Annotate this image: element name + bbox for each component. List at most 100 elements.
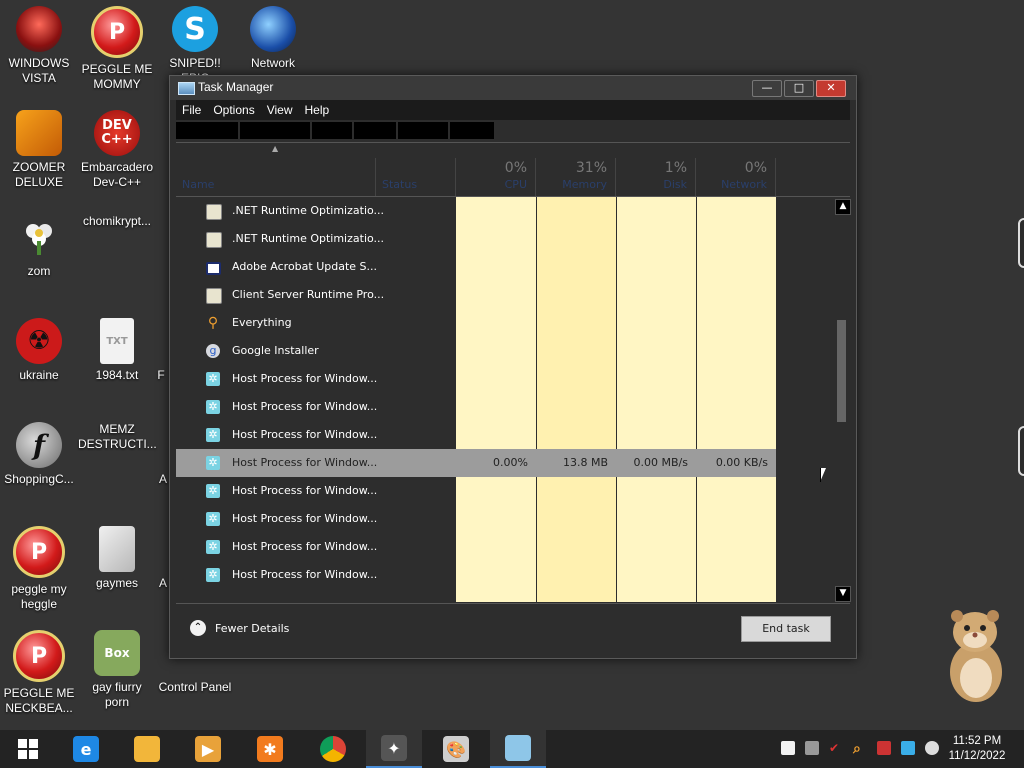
taskbar-app-button[interactable]: e xyxy=(58,730,114,768)
menu-help[interactable]: Help xyxy=(299,100,336,120)
desktop-icon-gay-fiurry[interactable]: Box gay fiurry porn xyxy=(78,630,156,710)
column-header-disk[interactable]: 1% Disk xyxy=(616,158,696,196)
process-row[interactable]: ✲ Host Process for Window... xyxy=(176,393,776,421)
taskbar-app-button[interactable]: 🎨 xyxy=(428,730,484,768)
desktop-icon-partial[interactable]: A xyxy=(156,422,170,487)
desktop-icon-label: F xyxy=(157,368,165,382)
close-button[interactable]: ✕ xyxy=(816,80,846,97)
gear-icon: ✲ xyxy=(206,456,220,470)
radiation-icon: ☢ xyxy=(16,318,62,364)
process-row[interactable]: ✲ Host Process for Window... 0.00% 13.8 MB 0… xyxy=(176,449,776,477)
desktop-icon-memz[interactable]: L MEMZ DESTRUCTI... xyxy=(78,422,1024,476)
column-header-status[interactable]: Status xyxy=(382,178,417,191)
menu-view[interactable]: View xyxy=(261,100,299,120)
gear-icon: ✲ xyxy=(206,568,220,582)
title-bar[interactable]: Task Manager — □ ✕ xyxy=(170,76,856,100)
column-header-row: Name Status 0% CPU 31% Memory 1% Disk 0%… xyxy=(176,158,850,197)
desktop-icon-devcpp[interactable]: DEV C++ Embarcadero Dev-C++ xyxy=(78,110,156,190)
tab-app-history[interactable] xyxy=(312,122,352,139)
menu-file[interactable]: File xyxy=(176,100,207,120)
scroll-up-button[interactable]: ▲ xyxy=(835,199,851,215)
tab-startup[interactable] xyxy=(354,122,396,139)
process-row[interactable]: g Google Installer xyxy=(176,337,776,365)
column-header-network[interactable]: 0% Network xyxy=(696,158,776,196)
game-icon: ✦ xyxy=(381,735,407,761)
maximize-button[interactable]: □ xyxy=(784,80,814,97)
desktop-icon-label: A xyxy=(158,472,167,486)
system-clock[interactable]: 11:52 PM 11/12/2022 xyxy=(940,734,1014,764)
process-row[interactable]: ✲ Host Process for Window... xyxy=(176,561,776,589)
tab-bar xyxy=(176,120,850,143)
start-button[interactable] xyxy=(0,730,56,768)
column-header-name[interactable]: Name xyxy=(182,178,214,191)
clock-date: 11/12/2022 xyxy=(948,750,1006,762)
file-explorer-icon xyxy=(134,736,160,762)
process-row[interactable]: .NET Runtime Optimizatio... xyxy=(176,197,776,225)
desktop-icon-shopping[interactable]: f ShoppingC... xyxy=(0,422,78,487)
taskbar-app-button[interactable]: ▶ xyxy=(180,730,236,768)
search-icon[interactable]: ⌕ xyxy=(853,741,867,757)
tray-app-icon[interactable] xyxy=(781,741,795,755)
end-task-button[interactable]: End task xyxy=(741,616,831,642)
desktop-icon-label: ShoppingC... xyxy=(4,472,74,486)
desktop-icon-zom[interactable]: zom xyxy=(0,214,78,279)
desktop-icon-windows-vista[interactable]: WINDOWS VISTA xyxy=(0,6,78,86)
tab-processes[interactable] xyxy=(176,122,238,139)
desktop-icon-peggle-my-heggle[interactable]: P peggle my heggle xyxy=(0,526,78,612)
tray-app-icon[interactable]: ✔ xyxy=(829,741,843,755)
net-icon xyxy=(206,288,222,304)
desktop-icon-partial[interactable]: F xyxy=(154,318,168,383)
column-header-cpu[interactable]: 0% CPU xyxy=(456,158,536,196)
desktop-icon-peggle-me-mommy[interactable]: P PEGGLE ME MOMMY xyxy=(78,6,156,92)
desktop-icon-peggle-me-neckbeard[interactable]: P PEGGLE ME NECKBEA... xyxy=(0,630,78,716)
tab-performance[interactable] xyxy=(240,122,310,139)
fewer-details-link[interactable]: Fewer Details xyxy=(215,622,289,635)
column-header-memory[interactable]: 31% Memory xyxy=(536,158,616,196)
tab-users[interactable] xyxy=(398,122,448,139)
chevron-up-icon[interactable]: ⌃ xyxy=(190,620,206,636)
process-row[interactable]: .NET Runtime Optimizatio... xyxy=(176,225,776,253)
desktop-icon-label: peggle my heggle xyxy=(11,582,67,611)
vertical-scrollbar[interactable]: ▲ ▼ xyxy=(834,197,851,602)
process-row[interactable]: Adobe Acrobat Update S... xyxy=(176,253,776,281)
desktop-icon-partial[interactable]: A xyxy=(156,526,170,591)
scroll-down-button[interactable]: ▼ xyxy=(835,586,851,602)
taskbar-app-button[interactable]: ✱ xyxy=(242,730,298,768)
process-row[interactable]: Client Server Runtime Pro... xyxy=(176,281,776,309)
process-row[interactable]: ⚲ Everything xyxy=(176,309,776,337)
desktop-icon-network[interactable]: Network xyxy=(234,6,312,71)
process-cpu: 0.00% xyxy=(493,456,528,469)
tray-app-icon[interactable] xyxy=(925,741,939,755)
process-row[interactable]: ✲ Host Process for Window... xyxy=(176,533,776,561)
desktop-icon-1984-txt[interactable]: TXT 1984.txt xyxy=(78,318,156,383)
desktop-icon-gaymes[interactable]: gaymes xyxy=(78,526,156,591)
menu-options[interactable]: Options xyxy=(207,100,260,120)
desktop-icon-ukraine[interactable]: ☢ ukraine xyxy=(0,318,78,383)
scroll-thumb[interactable] xyxy=(837,320,846,422)
process-name: Host Process for Window... xyxy=(232,512,378,525)
process-name: Client Server Runtime Pro... xyxy=(232,288,385,301)
peggle-icon: P xyxy=(13,526,65,578)
desktop-icon-chomikrypt[interactable]: L chomikrypt... xyxy=(78,214,1024,268)
taskbar-app-button[interactable] xyxy=(305,730,361,768)
tray-app-icon[interactable] xyxy=(805,741,819,755)
process-row[interactable]: ✲ Host Process for Window... xyxy=(176,505,776,533)
process-row[interactable]: ✲ Host Process for Window... xyxy=(176,477,776,505)
tray-app-icon[interactable] xyxy=(901,741,915,755)
process-row[interactable]: ✲ Host Process for Window... xyxy=(176,365,776,393)
taskbar-app-button[interactable] xyxy=(490,730,546,768)
desktop-icon-zoomer-deluxe[interactable]: ZOOMER DELUXE xyxy=(0,110,78,190)
taskbar-app-button[interactable] xyxy=(119,730,175,768)
desktop-icon-label: Network xyxy=(250,56,295,70)
cpu-label: CPU xyxy=(504,178,527,191)
process-row[interactable]: ✲ Host Process for Window... xyxy=(176,421,776,449)
desktop-icon-label: gaymes xyxy=(95,576,139,590)
process-name: Host Process for Window... xyxy=(232,540,378,553)
tab-details[interactable] xyxy=(450,122,494,139)
desktop-icon-label: 1984.txt xyxy=(95,368,139,382)
taskbar-app-button[interactable]: ✦ xyxy=(366,730,422,768)
minimize-button[interactable]: — xyxy=(752,80,782,97)
internet-explorer-icon: e xyxy=(73,736,99,762)
tray-app-icon[interactable] xyxy=(877,741,891,755)
box-icon: Box xyxy=(94,630,140,676)
